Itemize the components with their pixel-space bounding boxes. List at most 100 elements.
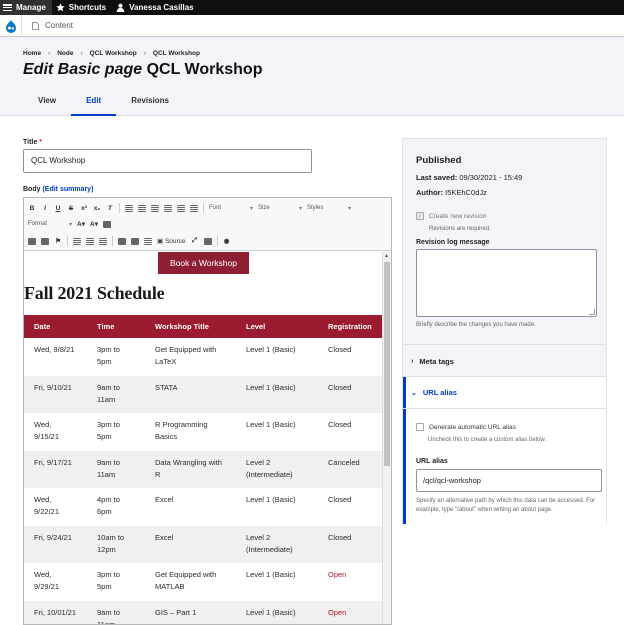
breadcrumb-current[interactable]: QCL Workshop [153,50,200,57]
size-dropdown[interactable]: Size [258,205,302,212]
editor-toolbar-row: B I U S x² x₂ T Font Size Styles [28,201,351,215]
title-label: Title * [23,139,42,146]
table-icon[interactable] [144,237,152,245]
align-justify-icon[interactable] [164,204,172,212]
column-header-time: Time [87,315,145,338]
breadcrumb-separator: › [48,50,51,57]
cell-registration: Closed [328,345,352,354]
image-icon[interactable] [118,237,126,245]
cell-title: Excel [145,525,236,563]
italic-button[interactable]: I [41,205,49,212]
blockquote-icon[interactable] [99,237,107,245]
cell-date: Wed, 9/8/21 [34,345,75,354]
drupal-logo[interactable] [0,14,22,37]
cell-level: Level 1 (Basic) [246,420,296,429]
toolbar-divider [216,236,218,246]
show-blocks-icon[interactable] [203,237,212,245]
toolbar-divider [112,236,113,246]
tab-edit[interactable]: Edit [71,94,117,116]
tab-view[interactable]: View [23,94,71,116]
column-header-title: Workshop Title [145,315,236,338]
editor-toolbar-row: ⚑ ▣ Source ⤢ ◉ [28,234,231,248]
font-dropdown[interactable]: Font [209,205,253,212]
page-title-prefix: Edit Basic page [23,61,143,78]
text-color-button[interactable]: A▾ [77,220,85,228]
breadcrumb-node[interactable]: Node [57,50,73,57]
breadcrumb: Home › Node › QCL Workshop › QCL Worksho… [23,50,200,57]
shortcuts-button[interactable]: Shortcuts [52,0,112,15]
new-revision-checkbox[interactable]: ✓ [416,212,424,220]
manage-button[interactable]: Manage [0,0,52,15]
align-center-icon[interactable] [138,204,146,212]
format-dropdown[interactable]: Format [28,221,72,228]
primary-tabs: View Edit Revisions [23,94,184,116]
subscript-button[interactable]: x₂ [93,205,101,212]
breadcrumb-home[interactable]: Home [23,50,41,57]
page-title-name: QCL Workshop [146,61,263,78]
align-left-icon[interactable] [125,204,133,212]
indent-icon[interactable] [190,204,198,212]
cell-time: 9am to 11am [87,450,145,488]
breadcrumb-parent[interactable]: QCL Workshop [90,50,137,57]
author-value: I5KEhC0dJz [445,188,487,197]
book-workshop-button[interactable]: Book a Workshop [158,252,249,274]
media-icon[interactable] [131,237,139,245]
accessibility-icon[interactable]: ◉ [223,237,231,245]
cell-time: 3pm to 5pm [97,345,120,366]
toolbar-divider [67,236,68,246]
link-icon[interactable] [28,237,36,245]
url-alias-toggle[interactable]: ⌄ URL alias [411,388,457,397]
page-title: Edit Basic page QCL Workshop [23,61,262,79]
meta-tags-label: Meta tags [419,357,454,366]
content-link[interactable]: Content [22,21,83,30]
editor-scrollbar[interactable]: ▲ [382,252,391,624]
superscript-button[interactable]: x² [80,205,88,212]
revision-log-textarea[interactable] [416,249,597,317]
table-row: Wed, 9/8/21 3pm to 5pm Get Equipped with… [24,338,383,376]
background-color-button[interactable]: A▾ [90,220,98,228]
page-header: Home › Node › QCL Workshop › QCL Worksho… [0,37,624,116]
editor-content[interactable]: Book a Workshop Fall 2021 Schedule Date … [24,252,383,624]
table-row: Fri, 10/01/21 9am to 11am GIS – Part 1 L… [24,600,383,624]
unlink-icon[interactable] [41,237,49,245]
align-right-icon[interactable] [151,204,159,212]
document-icon [32,21,39,30]
anchor-icon[interactable]: ⚑ [54,237,62,245]
underline-button[interactable]: U [54,205,62,212]
source-button[interactable]: ▣ Source [157,237,186,245]
cell-time: 10am to 12pm [87,525,145,563]
maximize-icon[interactable]: ⤢ [191,237,199,245]
edit-summary-link[interactable]: (Edit summary) [42,186,93,193]
cell-date: Wed, 9/15/21 [34,420,60,441]
last-saved-label: Last saved: [416,173,458,182]
publish-status: Published [416,155,462,166]
url-alias-input[interactable]: /qcl/qcl-workshop [416,469,602,492]
horizontal-line-icon[interactable] [103,220,111,228]
toolbar-tray: Content [0,14,624,37]
meta-tags-toggle[interactable]: › Meta tags [411,357,454,366]
body-editor: B I U S x² x₂ T Font Size Styles Format … [23,197,392,625]
cell-title: Data Wrangling with R [145,450,236,488]
bulleted-list-icon[interactable] [73,237,81,245]
cell-title: Get Equipped with MATLAB [155,570,217,591]
editor-toolbar: B I U S x² x₂ T Font Size Styles Format … [24,198,391,251]
title-input[interactable]: QCL Workshop [23,149,312,173]
styles-dropdown[interactable]: Styles [307,205,351,212]
generate-alias-checkbox[interactable] [416,423,424,431]
user-button[interactable]: Vanessa Casillas [112,0,200,15]
cell-registration: Closed [318,525,383,563]
editor-toolbar-row: Format A▾ A▾ [28,217,111,231]
scroll-up-icon[interactable]: ▲ [384,253,389,259]
toolbar-divider [203,203,204,213]
strikethrough-button[interactable]: S [67,205,75,212]
numbered-list-icon[interactable] [86,237,94,245]
bold-button[interactable]: B [28,205,36,212]
cell-date: Fri, 9/24/21 [24,525,87,563]
cell-level: Level 1 (Basic) [236,375,318,413]
column-header-level: Level [236,315,318,338]
outdent-icon[interactable] [177,204,185,212]
tab-revisions[interactable]: Revisions [116,94,184,116]
remove-format-button[interactable]: T [106,205,114,212]
required-marker: * [39,139,42,146]
scrollbar-thumb[interactable] [384,262,390,466]
